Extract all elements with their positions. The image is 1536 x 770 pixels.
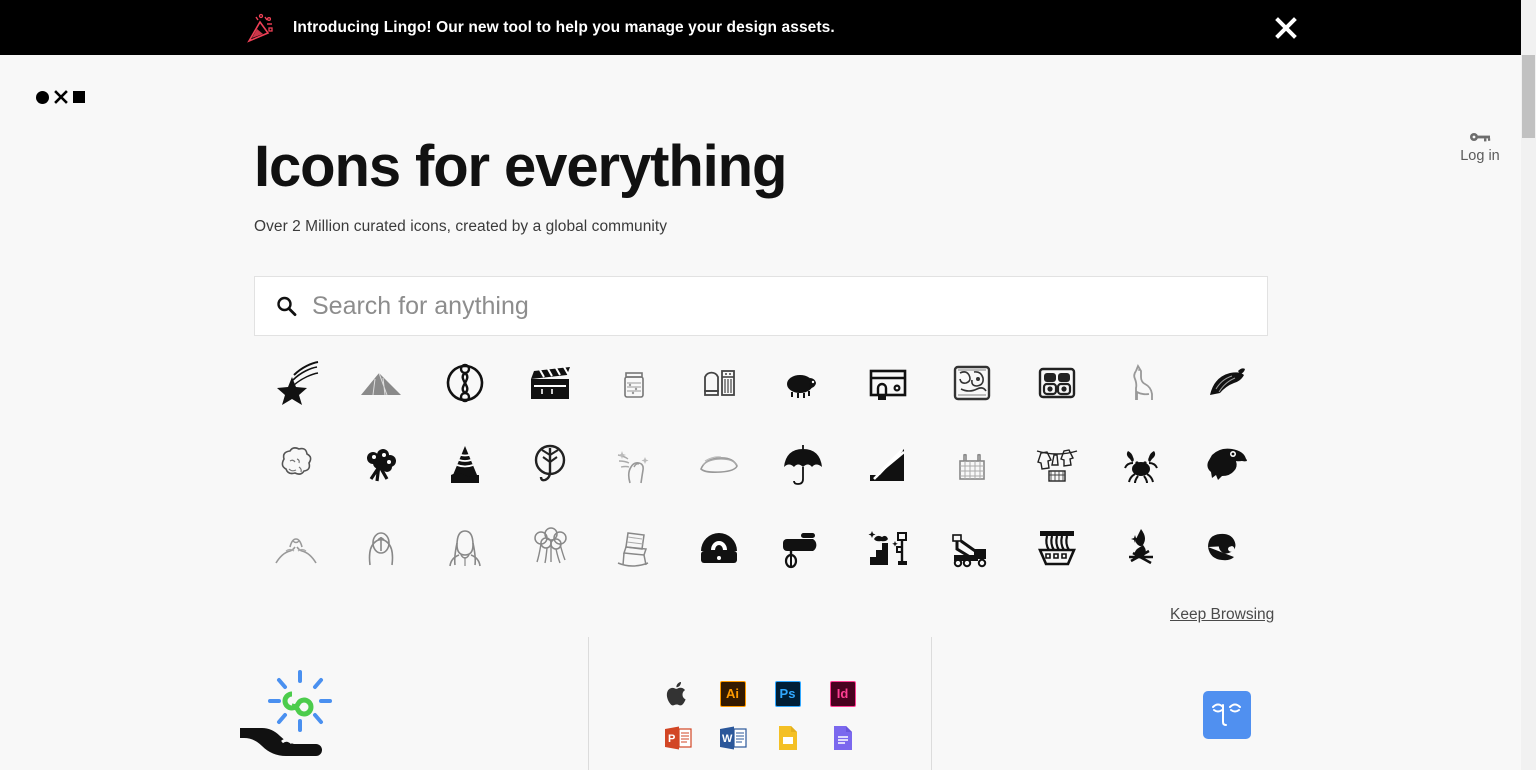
mayan-mask-icon[interactable] xyxy=(1015,350,1100,416)
login-button[interactable]: Log in xyxy=(1440,128,1520,164)
hooded-figure-icon[interactable] xyxy=(339,514,424,580)
illustrator-label: Ai xyxy=(719,680,746,707)
word-icon[interactable]: W xyxy=(705,721,760,755)
woman-portrait-icon[interactable] xyxy=(423,514,508,580)
egg-cooker-icon[interactable] xyxy=(677,514,762,580)
clapperboard-icon[interactable] xyxy=(508,350,593,416)
hand-infinity-icon xyxy=(234,664,354,764)
scrollbar-thumb[interactable] xyxy=(1522,55,1535,138)
crab-icon[interactable] xyxy=(1099,432,1184,498)
search-bar[interactable] xyxy=(254,276,1268,336)
umbrella-icon[interactable] xyxy=(761,432,846,498)
app-integrations-panel: Ai Ps Id P W xyxy=(588,637,932,770)
apple-icon[interactable] xyxy=(650,677,705,711)
photoshop-label: Ps xyxy=(774,680,801,707)
svg-text:P: P xyxy=(668,733,675,745)
jar-icon[interactable] xyxy=(592,350,677,416)
sheep-icon[interactable] xyxy=(761,350,846,416)
bird-icon[interactable] xyxy=(1184,350,1269,416)
mountain-icon[interactable] xyxy=(339,350,424,416)
basket-icon[interactable] xyxy=(930,432,1015,498)
illustrator-icon[interactable]: Ai xyxy=(705,677,760,711)
eagle-head-icon[interactable] xyxy=(1184,432,1269,498)
pinky-promise-icon[interactable] xyxy=(254,514,339,580)
llama-icon[interactable] xyxy=(1099,350,1184,416)
promo-banner-text: Introducing Lingo! Our new tool to help … xyxy=(293,18,835,36)
powerpoint-icon[interactable]: P xyxy=(650,721,705,755)
shooting-star-icon[interactable] xyxy=(254,350,339,416)
face-icon xyxy=(1202,690,1251,739)
laundry-line-icon[interactable] xyxy=(1015,432,1100,498)
rocking-chair-icon[interactable] xyxy=(592,514,677,580)
sandwich-icon[interactable] xyxy=(677,432,762,498)
search-icon xyxy=(275,295,297,317)
crane-truck-icon[interactable] xyxy=(930,514,1015,580)
svg-text:W: W xyxy=(722,733,733,745)
party-popper-icon xyxy=(245,11,279,45)
broccoli-icon[interactable] xyxy=(339,432,424,498)
cone-hill-icon[interactable] xyxy=(423,432,508,498)
storefront-icon[interactable] xyxy=(846,350,931,416)
face-panel xyxy=(932,637,1521,770)
hand-mixer-icon[interactable] xyxy=(761,514,846,580)
campfire-icon[interactable] xyxy=(1099,514,1184,580)
keep-browsing-link[interactable]: Keep Browsing xyxy=(1170,606,1274,624)
search-input[interactable] xyxy=(312,291,1267,321)
site-header: Log in xyxy=(0,55,1521,164)
mayan-glyph-icon[interactable] xyxy=(930,350,1015,416)
app-icons-grid: Ai Ps Id P W xyxy=(650,677,870,755)
brain-cloud-icon[interactable] xyxy=(254,432,339,498)
icon-results-grid xyxy=(254,350,1268,580)
construction-site-icon[interactable] xyxy=(846,514,931,580)
google-docs-icon[interactable] xyxy=(815,721,870,755)
page-subtitle: Over 2 Million curated icons, created by… xyxy=(254,217,668,235)
photoshop-icon[interactable]: Ps xyxy=(760,677,815,711)
noun-project-logo[interactable] xyxy=(36,90,85,104)
google-slides-icon[interactable] xyxy=(760,721,815,755)
page-title: Icons for everything xyxy=(254,134,787,199)
login-label: Log in xyxy=(1460,148,1500,164)
stairs-icon[interactable] xyxy=(846,432,931,498)
unlimited-downloads-panel xyxy=(0,637,588,770)
tree-circle-icon[interactable] xyxy=(508,432,593,498)
hand-sparkle-icon[interactable] xyxy=(592,432,677,498)
logo-square-icon xyxy=(73,91,85,103)
logo-x-icon xyxy=(54,90,68,104)
vertical-scrollbar[interactable] xyxy=(1521,0,1536,770)
noodle-bowl-icon[interactable] xyxy=(1015,514,1100,580)
feature-panels: Ai Ps Id P W xyxy=(0,637,1521,770)
snail-leaf-icon[interactable] xyxy=(1184,514,1269,580)
close-icon[interactable] xyxy=(1272,14,1300,42)
indesign-label: Id xyxy=(829,680,856,707)
indesign-icon[interactable]: Id xyxy=(815,677,870,711)
logo-circle-icon xyxy=(36,90,49,104)
salt-pepper-shaker-icon[interactable] xyxy=(677,350,762,416)
hero-section: Icons for everything Over 2 Million cura… xyxy=(254,134,787,236)
mushrooms-icon[interactable] xyxy=(508,514,593,580)
key-icon xyxy=(1440,128,1520,146)
page-root: Introducing Lingo! Our new tool to help … xyxy=(0,0,1536,770)
circle-knot-icon[interactable] xyxy=(423,350,508,416)
promo-banner-content: Introducing Lingo! Our new tool to help … xyxy=(245,11,835,45)
